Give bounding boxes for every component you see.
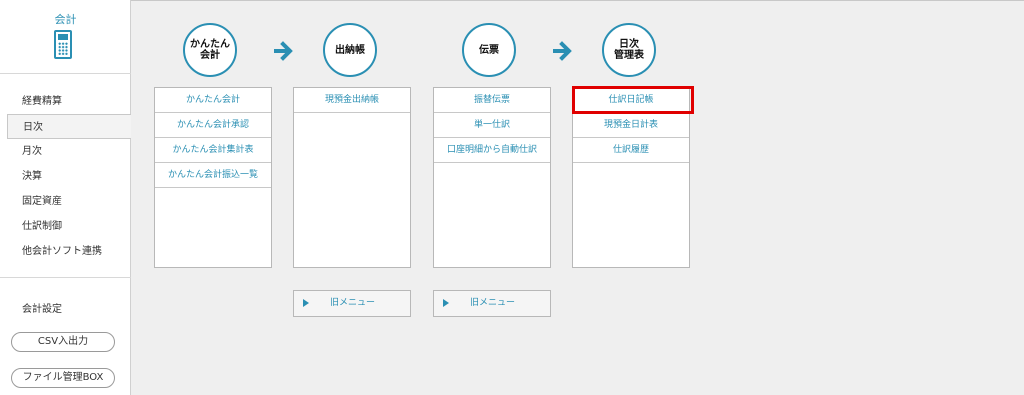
menu-item-auto-journal-from-statement[interactable]: 口座明細から自動仕訳 — [434, 138, 550, 163]
sidebar-header: 会計 — [0, 0, 131, 74]
menu-item-simple-accounting[interactable]: かんたん会計 — [155, 88, 271, 113]
menu-item-simple-accounting-transfer-list[interactable]: かんたん会計振込一覧 — [155, 163, 271, 188]
sidebar-item-software-integration[interactable]: 他会計ソフト連携 — [0, 239, 131, 264]
menu-item-cash-deposit-book[interactable]: 現預金出納帳 — [294, 88, 410, 113]
file-box-button[interactable]: ファイル管理BOX — [11, 368, 115, 388]
old-menu-label: 旧メニュー — [330, 298, 376, 308]
arrow-right-icon — [553, 41, 572, 61]
old-menu-button[interactable]: 旧メニュー — [293, 290, 411, 317]
play-icon — [303, 299, 309, 307]
menu-panel-daily-ledger: 仕訳日記帳 現預金日計表 仕訳履歴 — [572, 87, 690, 268]
menu-item-simple-accounting-approval[interactable]: かんたん会計承認 — [155, 113, 271, 138]
arrow-right-icon — [274, 41, 293, 61]
sidebar-divider — [0, 277, 131, 278]
step-circle-voucher: 伝票 — [462, 23, 516, 77]
step-circle-cashbook: 出納帳 — [323, 23, 377, 77]
highlight-box — [572, 86, 694, 114]
play-icon — [443, 299, 449, 307]
sidebar-item-expense[interactable]: 経費精算 — [0, 89, 131, 114]
top-border — [0, 0, 1024, 1]
menu-panel-simple-accounting: かんたん会計 かんたん会計承認 かんたん会計集計表 かんたん会計振込一覧 — [154, 87, 272, 268]
menu-item-transfer-voucher[interactable]: 振替伝票 — [434, 88, 550, 113]
step-circle-daily-ledger: 日次 管理表 — [602, 23, 656, 77]
sidebar-item-journal-control[interactable]: 仕訳制御 — [0, 214, 131, 239]
old-menu-label: 旧メニュー — [470, 298, 516, 308]
old-menu-button[interactable]: 旧メニュー — [433, 290, 551, 317]
sidebar-item-monthly[interactable]: 月次 — [0, 139, 131, 164]
sidebar-title: 会計 — [54, 13, 77, 26]
menu-item-cash-daily-report[interactable]: 現預金日計表 — [573, 113, 689, 138]
menu-item-simple-accounting-summary[interactable]: かんたん会計集計表 — [155, 138, 271, 163]
sidebar-item-closing[interactable]: 決算 — [0, 164, 131, 189]
calculator-icon — [54, 30, 72, 59]
menu-item-single-journal[interactable]: 単一仕訳 — [434, 113, 550, 138]
step-circle-simple-accounting: かんたん 会計 — [183, 23, 237, 77]
sidebar-item-fixed-assets[interactable]: 固定資産 — [0, 189, 131, 214]
sidebar-item-accounting-settings[interactable]: 会計設定 — [22, 300, 62, 315]
menu-panel-cashbook: 現預金出納帳 — [293, 87, 411, 268]
menu-item-journal-history[interactable]: 仕訳履歴 — [573, 138, 689, 163]
csv-io-button[interactable]: CSV入出力 — [11, 332, 115, 352]
sidebar-nav: 経費精算 日次 月次 決算 固定資産 仕訳制御 他会計ソフト連携 — [0, 89, 131, 264]
sidebar: 会計 経費精算 日次 月次 決算 固定資産 仕訳制御 他会計ソフト連携 会計設定… — [0, 0, 131, 395]
sidebar-item-daily[interactable]: 日次 — [7, 114, 131, 139]
menu-panel-voucher: 振替伝票 単一仕訳 口座明細から自動仕訳 — [433, 87, 551, 268]
